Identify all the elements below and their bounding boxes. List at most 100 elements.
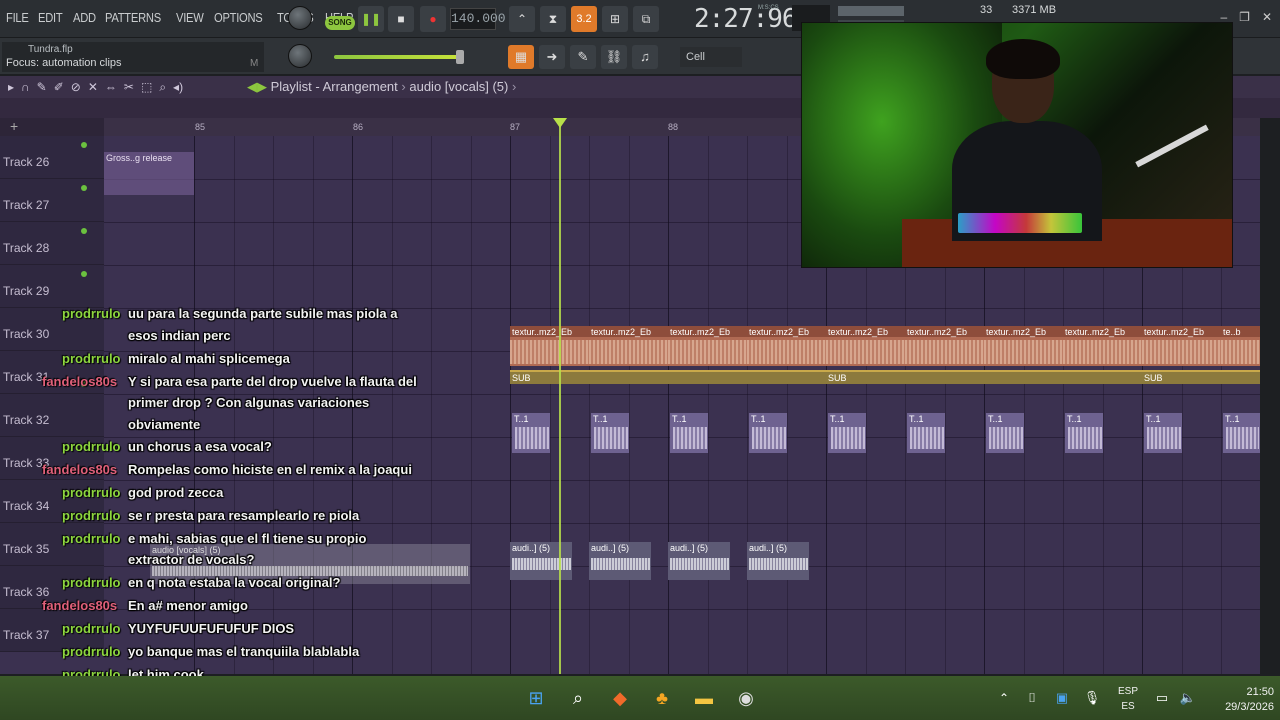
track-led[interactable] [81, 185, 87, 191]
track-header[interactable]: Track 27 [0, 179, 104, 222]
search-icon[interactable]: ⌕ [566, 686, 590, 710]
mute-tool-icon[interactable]: ✕ [88, 80, 98, 95]
automation-clip[interactable]: Gross..g release [104, 152, 194, 195]
grid-line [471, 136, 472, 674]
metronome-icon[interactable]: ⌃ [509, 6, 535, 32]
vocal-audio-clip[interactable]: audi..] (5) [589, 542, 651, 580]
pencil-tool-icon[interactable]: ✎ [37, 80, 47, 95]
t1-clip[interactable]: T..1 [1144, 413, 1182, 453]
playhead-marker-icon[interactable] [553, 118, 567, 128]
taskbar-clock[interactable]: 21:50 [1204, 686, 1274, 698]
select-tool-icon[interactable]: ⬚ [141, 80, 152, 95]
obs-icon[interactable]: ◉ [734, 686, 758, 710]
file-explorer-icon[interactable]: ▬ [692, 686, 716, 710]
texture-clip[interactable]: textur..mz2_Eb [747, 326, 826, 366]
step-edit-icon[interactable]: ⊞ [602, 6, 628, 32]
vocal-audio-clip[interactable]: audi..] (5) [510, 542, 572, 580]
fl-studio-icon[interactable]: ♣ [650, 686, 674, 710]
bluetooth-icon[interactable]: ▣ [1050, 686, 1074, 710]
windows-start-icon[interactable]: ⊞ [524, 686, 548, 710]
t1-clip[interactable]: T..1 [1223, 413, 1260, 453]
chat-username: prodrrulo [62, 531, 121, 546]
pen-icon[interactable]: ✎ [570, 45, 596, 69]
t1-clip[interactable]: T..1 [512, 413, 550, 453]
texture-clip[interactable]: textur..mz2_Eb [510, 326, 589, 366]
slice-tool-icon[interactable]: ✂ [124, 80, 134, 95]
texture-clip[interactable]: textur..mz2_Eb [1063, 326, 1142, 366]
playback-tool-icon[interactable]: ◂) [173, 80, 183, 95]
network-icon[interactable]: ▭ [1150, 686, 1174, 710]
texture-clip[interactable]: textur..mz2_Eb [905, 326, 984, 366]
song-mode-toggle[interactable]: SONG [325, 16, 355, 30]
t1-clip[interactable]: T..1 [1065, 413, 1103, 453]
menu-edit[interactable]: EDIT [38, 10, 63, 25]
playlist-breadcrumb[interactable]: audio [vocals] (5) [409, 79, 508, 94]
chat-message: uu para la segunda parte subile mas piol… [128, 306, 398, 321]
t1-clip[interactable]: T..1 [591, 413, 629, 453]
slip-tool-icon[interactable]: ⇔ [105, 80, 117, 95]
brave-browser-icon[interactable]: ◆ [608, 686, 632, 710]
restore-icon[interactable]: ❐ [1239, 10, 1250, 24]
input-language[interactable]: ESP [1114, 686, 1142, 697]
track-led[interactable] [81, 271, 87, 277]
menu-options[interactable]: OPTIONS [214, 10, 263, 25]
sub-clip[interactable]: SUB [510, 370, 826, 384]
t1-clip[interactable]: T..1 [986, 413, 1024, 453]
volume-icon[interactable]: 🔈 [1176, 686, 1200, 710]
zoom-tool-icon[interactable]: ⌕ [159, 80, 166, 95]
track-led[interactable] [81, 142, 87, 148]
delete-tool-icon[interactable]: ⊘ [71, 80, 81, 95]
t1-clip[interactable]: T..1 [749, 413, 787, 453]
sub-clip[interactable]: SUB [1142, 370, 1260, 384]
wait-input-icon[interactable]: ⧗ [540, 6, 566, 32]
keyboard-layout[interactable]: ES [1114, 701, 1142, 712]
arrow-right-icon[interactable]: ➜ [539, 45, 565, 69]
t1-clip[interactable]: T..1 [907, 413, 945, 453]
play-icon[interactable]: ❚❚ [358, 6, 384, 32]
vocal-audio-clip[interactable]: audi..] (5) [668, 542, 730, 580]
stop-icon[interactable]: ■ [388, 6, 414, 32]
t1-clip[interactable]: T..1 [670, 413, 708, 453]
playlist-icon[interactable]: ▦ [508, 45, 534, 69]
texture-clip[interactable]: textur..mz2_Eb [984, 326, 1063, 366]
menu-patterns[interactable]: PATTERNS [105, 10, 161, 25]
magnet-icon[interactable]: ∩ [21, 80, 30, 95]
brush-tool-icon[interactable]: ✐ [54, 80, 64, 95]
usb-icon[interactable]: ⌷ [1020, 686, 1044, 710]
texture-clip[interactable]: textur..mz2_Eb [589, 326, 668, 366]
chevron-up-icon[interactable]: ⌃ [992, 686, 1016, 710]
record-icon[interactable]: ● [420, 6, 446, 32]
menu-file[interactable]: FILE [6, 10, 29, 25]
texture-clip[interactable]: textur..mz2_Eb [1142, 326, 1221, 366]
t1-clip[interactable]: T..1 [828, 413, 866, 453]
plugin-icon[interactable]: ♫ [632, 45, 658, 69]
master-pitch-slider[interactable] [334, 55, 462, 59]
close-icon[interactable]: ✕ [1262, 10, 1272, 24]
sub-clip[interactable]: SUB [826, 370, 1142, 384]
track-led[interactable] [81, 228, 87, 234]
track-header[interactable]: Track 28 [0, 222, 104, 265]
texture-clip[interactable]: te..b [1221, 326, 1260, 366]
vocal-audio-clip[interactable]: audi..] (5) [747, 542, 809, 580]
microphone-icon[interactable]: 🎙 [1080, 686, 1104, 710]
link-icon[interactable]: ⛓ [601, 45, 627, 69]
master-volume-knob[interactable] [288, 6, 312, 30]
snap-select[interactable]: Cell [680, 47, 742, 67]
pitch-knob[interactable] [288, 44, 312, 68]
add-track-icon[interactable]: + [0, 118, 104, 136]
menu-arrow-icon[interactable]: ▸ [8, 80, 14, 95]
blend-icon[interactable]: ⧉ [633, 6, 659, 32]
texture-clip[interactable]: textur..mz2_Eb [826, 326, 905, 366]
playhead[interactable] [559, 118, 561, 674]
track-header[interactable]: Track 26 [0, 136, 104, 179]
slider-handle[interactable] [456, 50, 464, 64]
clip-label: T..1 [830, 414, 845, 424]
taskbar-date[interactable]: 29/3/2026 [1204, 701, 1274, 713]
texture-clip[interactable]: textur..mz2_Eb [668, 326, 747, 366]
tempo-display[interactable]: 140.000 [450, 8, 506, 30]
menu-add[interactable]: ADD [73, 10, 96, 25]
track-header[interactable]: Track 32 [0, 394, 104, 437]
track-header[interactable]: Track 29 [0, 265, 104, 308]
menu-view[interactable]: VIEW [176, 10, 204, 25]
pattern-number[interactable]: 3.2 [571, 6, 597, 32]
